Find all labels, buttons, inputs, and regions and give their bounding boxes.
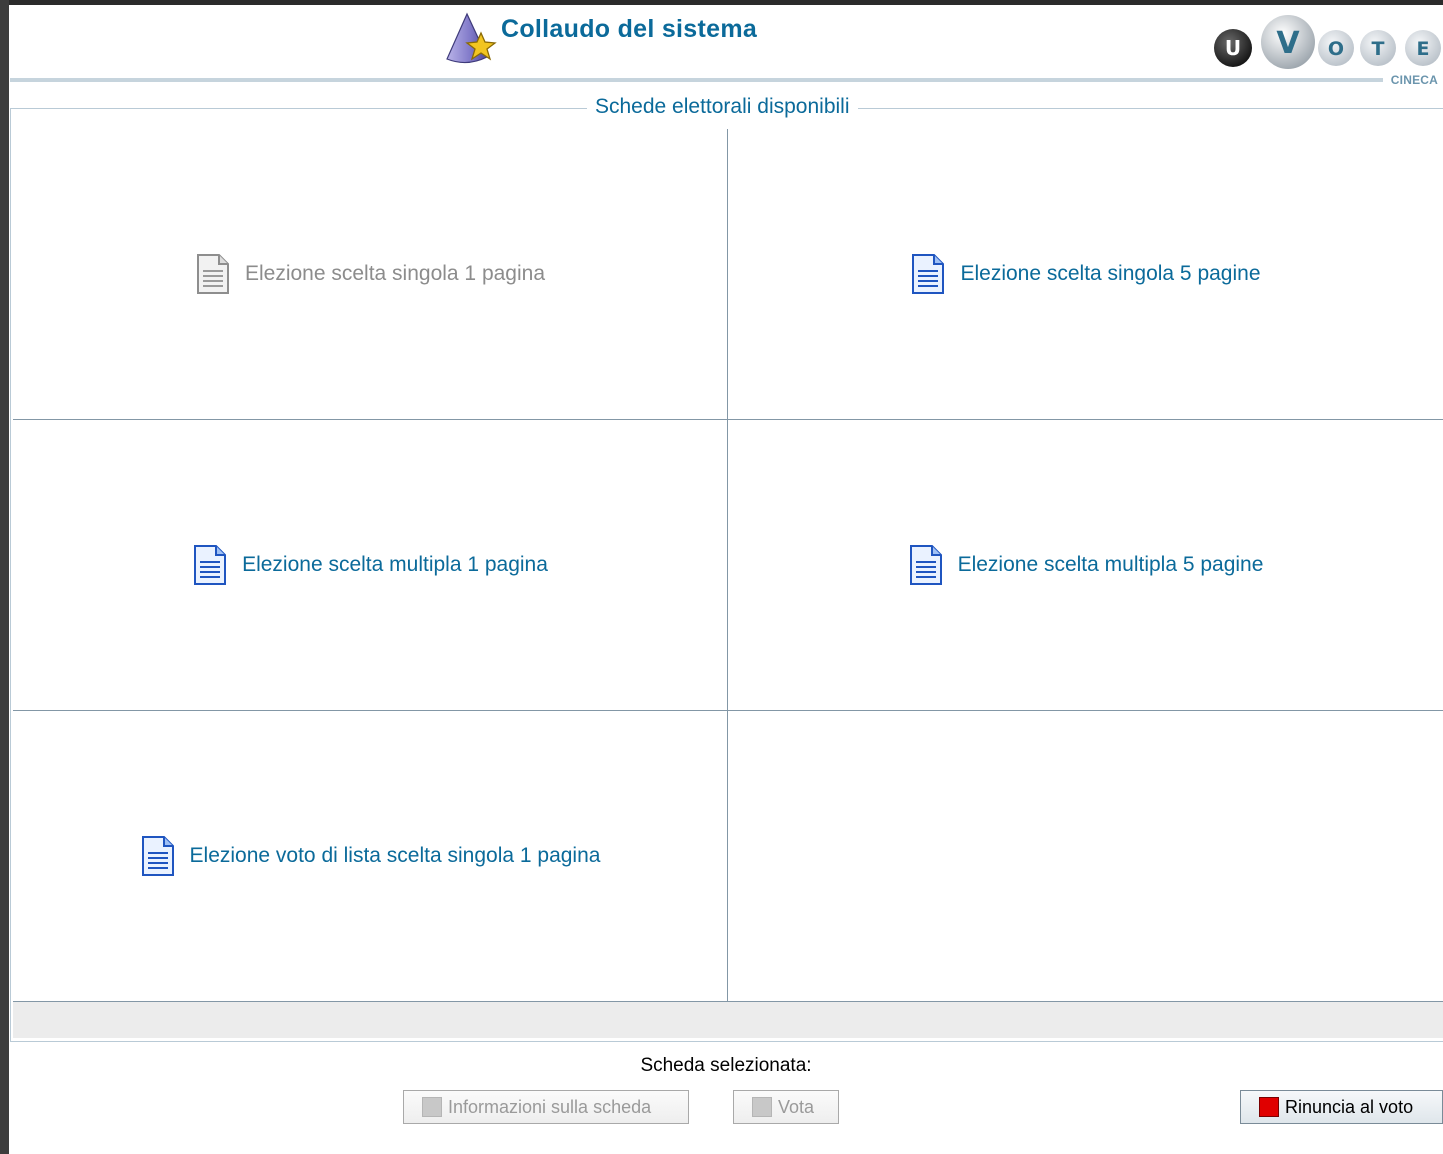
ballot-item[interactable]: Elezione scelta multipla 1 pagina <box>13 420 727 710</box>
ballot-label: Elezione voto di lista scelta singola 1 … <box>189 844 601 867</box>
vote-button[interactable]: Vota <box>733 1090 839 1124</box>
vote-button-label: Vota <box>778 1096 815 1117</box>
ballot-grid: Elezione scelta singola 1 pagina Elezion… <box>13 129 1443 1001</box>
header-divider <box>10 78 1383 82</box>
window-frame-left <box>0 0 9 1154</box>
document-icon <box>141 836 174 876</box>
button-square-icon <box>422 1097 442 1117</box>
uvote-logo: U V O T E <box>1214 15 1441 69</box>
empty-ballot-slot <box>728 711 1443 1001</box>
svg-text:O: O <box>1328 38 1344 60</box>
renounce-vote-button-label: Rinuncia al voto <box>1285 1096 1414 1117</box>
document-icon <box>912 254 945 294</box>
ballot-item[interactable]: Elezione voto di lista scelta singola 1 … <box>13 711 727 1001</box>
svg-text:E: E <box>1417 38 1430 60</box>
document-icon <box>196 254 229 294</box>
ballot-item[interactable]: Elezione scelta multipla 5 pagine <box>728 420 1443 710</box>
ballot-label: Elezione scelta multipla 1 pagina <box>242 553 548 576</box>
page-title: Collaudo del sistema <box>501 15 758 43</box>
app-window: Collaudo del sistema U V O T E CINECA Sc… <box>9 5 1443 1154</box>
document-icon <box>194 545 227 585</box>
svg-text:V: V <box>1276 26 1300 61</box>
svg-text:T: T <box>1372 38 1385 60</box>
ballot-label: Elezione scelta multipla 5 pagine <box>957 553 1264 576</box>
renounce-vote-button[interactable]: Rinuncia al voto <box>1240 1090 1443 1124</box>
ballot-info-button-label: Informazioni sulla scheda <box>448 1096 652 1117</box>
ballot-item[interactable]: Elezione scelta singola 5 pagine <box>728 129 1443 419</box>
ballots-legend: Schede elettorali disponibili <box>587 95 858 119</box>
svg-text:U: U <box>1225 36 1241 60</box>
ballot-label: Elezione scelta singola 5 pagine <box>960 262 1261 285</box>
cone-star-icon <box>446 12 497 64</box>
red-square-icon <box>1259 1097 1279 1117</box>
ballot-item[interactable]: Elezione scelta singola 1 pagina <box>13 129 727 419</box>
ballot-label: Elezione scelta singola 1 pagina <box>244 262 546 285</box>
ballot-info-button[interactable]: Informazioni sulla scheda <box>403 1090 689 1124</box>
selected-ballot-label: Scheda selezionata: <box>640 1055 812 1076</box>
cineca-caption: CINECA <box>1390 73 1438 87</box>
status-bar <box>13 1001 1443 1038</box>
button-square-icon <box>752 1097 772 1117</box>
document-icon <box>909 545 942 585</box>
